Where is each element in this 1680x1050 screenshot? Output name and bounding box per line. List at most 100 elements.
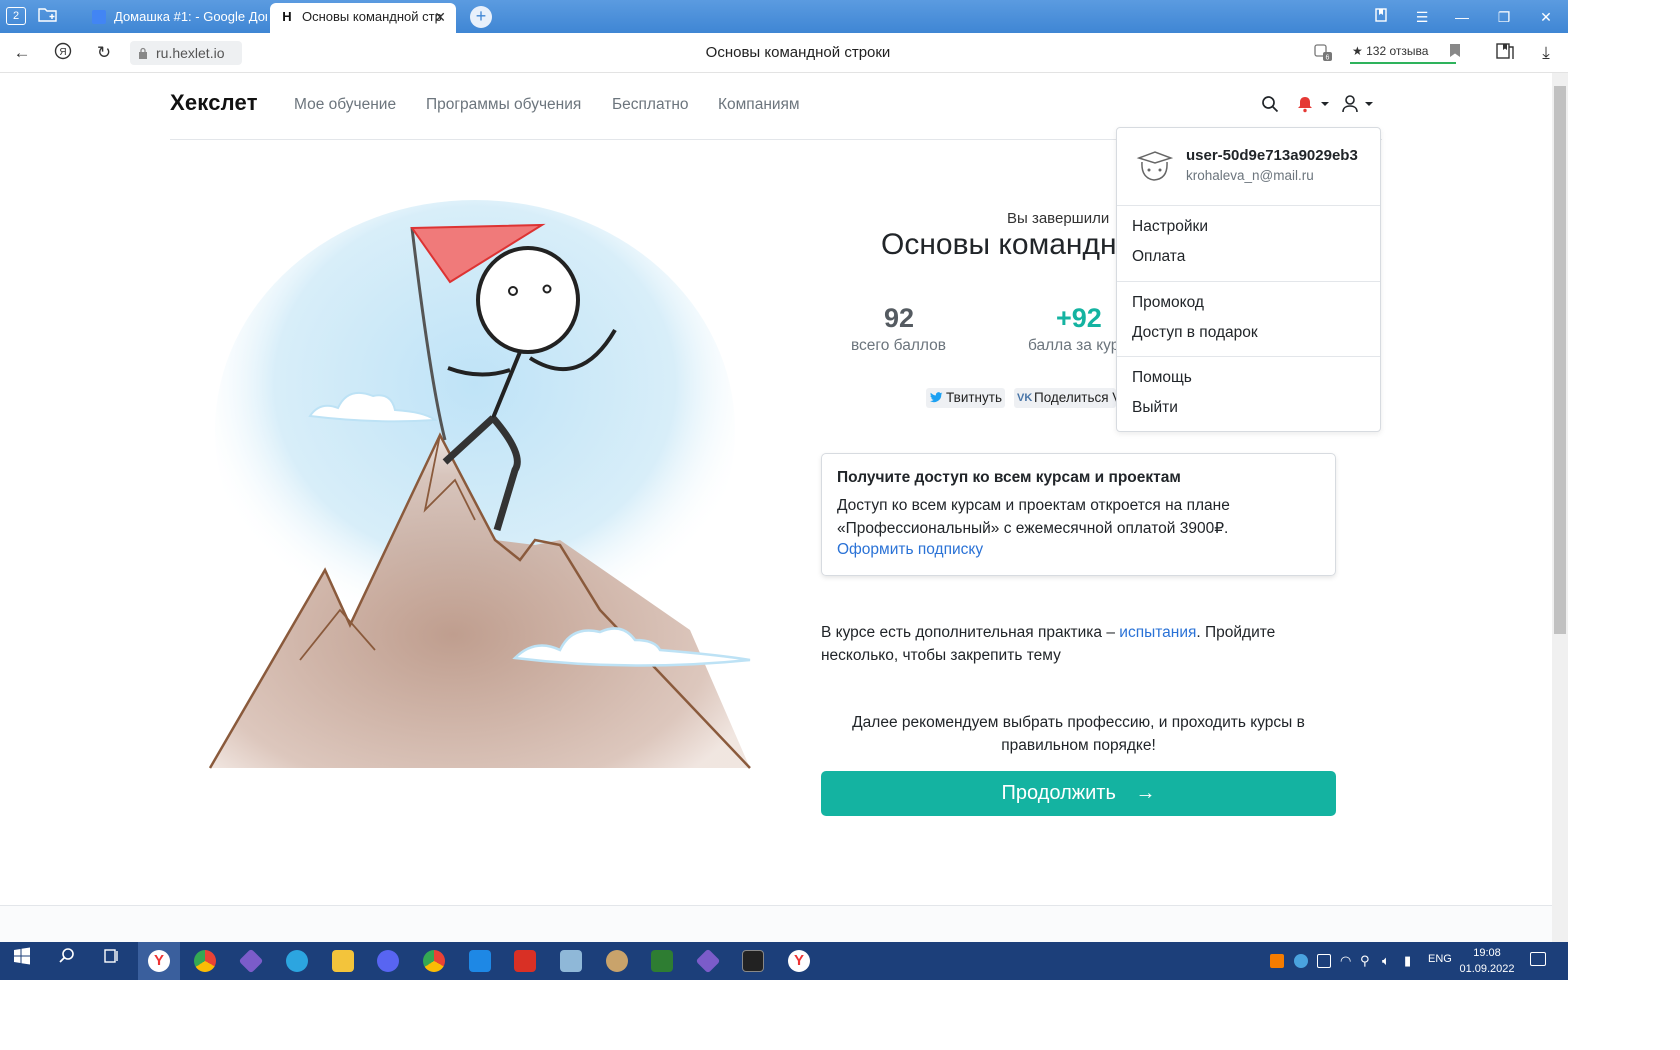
menu-item-gift-access[interactable]: Доступ в подарок (1132, 324, 1258, 342)
app-taskbar-icon-2[interactable] (695, 948, 721, 974)
hexlet-favicon-icon: Н (280, 10, 294, 24)
search-icon[interactable] (1261, 95, 1279, 118)
bookmarks-panel-icon[interactable] (1369, 6, 1393, 28)
user-dropdown-menu: user-50d9e713a9029eb3 krohaleva_n@mail.r… (1116, 127, 1381, 432)
volume-icon[interactable]: 🔈︎ (1382, 953, 1390, 969)
clock-date: 01.09.2022 (1459, 963, 1515, 975)
close-window-icon[interactable]: ✕ (1534, 6, 1558, 28)
paint-taskbar-icon[interactable] (606, 950, 628, 972)
promo-title: Получите доступ ко всем курсам и проекта… (837, 469, 1181, 486)
download-icon[interactable]: ⤓ (1535, 42, 1557, 64)
notifications-bell-icon[interactable] (1297, 95, 1331, 118)
menu-item-settings[interactable]: Настройки (1132, 218, 1208, 236)
tab-hexlet[interactable]: Н Основы командной стр ✕ (270, 3, 456, 33)
windows-taskbar: Y Y ◠ ⚲ 🔈︎ ▮ (0, 942, 1568, 980)
yandex-browser-taskbar-icon[interactable]: Y (148, 950, 170, 972)
restore-icon[interactable]: ❐ (1492, 6, 1516, 28)
username: user-50d9e713a9029eb3 (1186, 147, 1358, 164)
footer-area (0, 906, 1552, 942)
practice-before: В курсе есть дополнительная практика – (821, 624, 1120, 641)
hexlet-logo[interactable]: Хекслет (170, 90, 258, 116)
twitter-icon (930, 392, 943, 403)
extension-badge: 6 (1326, 55, 1330, 62)
yandex-taskbar-icon-2[interactable]: Y (788, 950, 810, 972)
completed-text: Вы завершили (1007, 210, 1110, 227)
user-menu-icon[interactable] (1342, 95, 1378, 118)
telegram-taskbar-icon[interactable] (286, 950, 308, 972)
user-email: krohaleva_n@mail.ru (1186, 168, 1314, 183)
mountain-climber-illustration (208, 200, 751, 769)
reviews-badge[interactable]: ★ 132 отзыва (1350, 42, 1456, 64)
minimize-icon[interactable]: — (1450, 6, 1474, 28)
subscription-promo-card: Получите доступ ко всем курсам и проекта… (821, 453, 1336, 576)
nav-free[interactable]: Бесплатно (612, 96, 689, 114)
search-taskbar-icon[interactable] (52, 946, 82, 976)
practice-text: В курсе есть дополнительная практика – и… (821, 621, 1321, 667)
chrome-taskbar-icon-2[interactable] (423, 950, 445, 972)
avatar (1136, 151, 1173, 181)
terminal-taskbar-icon[interactable] (742, 950, 764, 972)
tab-label: Домашка #1: - Google Док (114, 9, 267, 24)
calculator-taskbar-icon[interactable] (651, 950, 673, 972)
notification-center-icon[interactable] (1530, 952, 1546, 966)
new-tab-button[interactable]: + (470, 6, 492, 28)
language-indicator[interactable]: ENG (1428, 953, 1452, 965)
chrome-taskbar-icon[interactable] (194, 950, 216, 972)
total-points-value: 92 (884, 303, 915, 333)
menu-divider (1117, 205, 1380, 206)
close-tab-icon[interactable]: ✕ (434, 3, 446, 31)
tab-counter-icon[interactable]: 2 (6, 7, 26, 25)
menu-item-logout[interactable]: Выйти (1132, 399, 1178, 417)
notepad-taskbar-icon[interactable] (560, 950, 582, 972)
editor-taskbar-icon[interactable] (469, 950, 491, 972)
vk-share-button[interactable]: VK Поделиться VK (1014, 388, 1116, 408)
total-points-label: всего баллов (851, 337, 946, 354)
menu-divider (1117, 356, 1380, 357)
system-clock[interactable]: 19:08 01.09.2022 (1454, 945, 1520, 977)
course-points-label: балла за курс (1028, 337, 1118, 354)
microphone-icon[interactable]: ▮ (1404, 953, 1411, 969)
tweet-label: Твитнуть (946, 390, 1002, 405)
challenges-link[interactable]: испытания (1119, 624, 1196, 641)
course-title: Основы командной строки (881, 228, 1121, 261)
continue-label: Продолжить (1001, 782, 1116, 804)
network-icon[interactable]: ⚲ (1360, 953, 1370, 969)
scrollbar-thumb[interactable] (1554, 86, 1566, 634)
windows-start-icon[interactable] (7, 946, 37, 976)
menu-item-promocode[interactable]: Промокод (1132, 294, 1204, 312)
new-folder-icon[interactable] (37, 6, 59, 26)
promo-text: Доступ ко всем курсам и проектам откроет… (837, 497, 1230, 537)
vk-icon: VK (1017, 392, 1033, 404)
nav-companies[interactable]: Компаниям (718, 96, 800, 114)
task-view-icon[interactable] (96, 946, 126, 976)
collections-icon[interactable] (1494, 42, 1516, 64)
vk-share-label: Поделиться VK (1034, 390, 1116, 405)
google-docs-icon (92, 10, 106, 24)
recommendation-text: Далее рекомендуем выбрать профессию, и п… (852, 714, 1305, 754)
file-explorer-taskbar-icon[interactable] (332, 950, 354, 972)
tray-tool-icon[interactable] (1317, 954, 1331, 968)
tray-globe-icon[interactable] (1294, 954, 1308, 968)
subscribe-link[interactable]: Оформить подписку (837, 541, 983, 559)
tab-google-docs[interactable]: Домашка #1: - Google Док (82, 3, 267, 33)
tweet-button[interactable]: Твитнуть (926, 388, 1005, 408)
menu-item-payment[interactable]: Оплата (1132, 248, 1185, 266)
nav-programs[interactable]: Программы обучения (426, 96, 581, 114)
browser-tab-bar: 2 Домашка #1: - Google Док Н Основы кома… (0, 0, 1568, 33)
arrow-right-icon: → (1135, 782, 1156, 804)
discord-taskbar-icon[interactable] (377, 950, 399, 972)
menu-icon[interactable]: ☰ (1410, 6, 1434, 28)
address-bar: ← Я ↻ ru.hexlet.io Основы командной стро… (0, 33, 1568, 73)
menu-item-help[interactable]: Помощь (1132, 369, 1192, 387)
continue-button[interactable]: Продолжить → (821, 771, 1336, 816)
menu-divider (1117, 281, 1380, 282)
app-taskbar-icon[interactable] (238, 948, 264, 974)
nav-my-learning[interactable]: Мое обучение (294, 96, 396, 114)
clock-time: 19:08 (1473, 947, 1501, 959)
pdf-reader-taskbar-icon[interactable] (514, 950, 536, 972)
wifi-icon[interactable]: ◠ (1340, 953, 1351, 969)
tab-label: Основы командной стр (302, 9, 442, 24)
bookmark-icon[interactable] (1444, 42, 1466, 64)
tray-app-icon[interactable] (1270, 954, 1284, 968)
extension-icon[interactable]: 6 (1312, 42, 1334, 64)
